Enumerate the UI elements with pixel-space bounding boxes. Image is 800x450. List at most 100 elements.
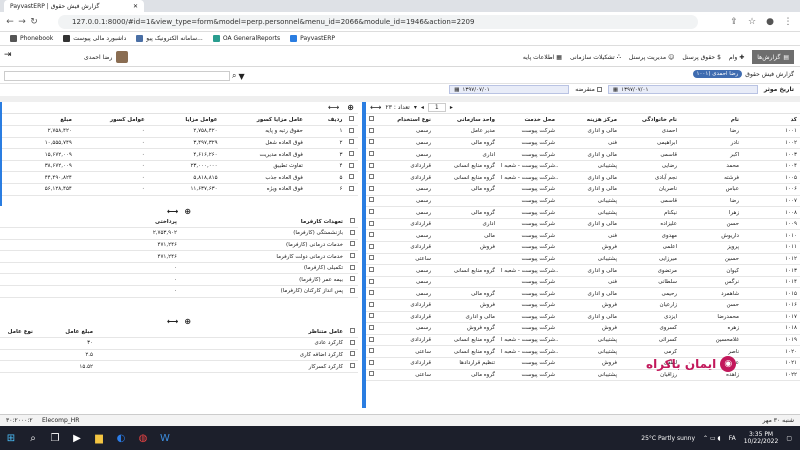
checkbox[interactable] bbox=[349, 185, 355, 191]
clock[interactable]: 3:35 PM 10/22/2022 bbox=[744, 431, 779, 445]
column-header[interactable]: عوامل کسور bbox=[74, 114, 148, 127]
checkbox[interactable] bbox=[369, 174, 374, 180]
row-checkbox-cell[interactable] bbox=[366, 183, 376, 196]
checkbox[interactable] bbox=[369, 336, 374, 342]
table-row[interactable]: ۰ پس انداز کارکنان (کارفرما) bbox=[0, 285, 358, 298]
column-header[interactable]: محل خدمت bbox=[498, 114, 558, 127]
table-row[interactable]: رسمی گروه مالی شرکت پیوست مالی و اداری ناصری… bbox=[366, 183, 800, 196]
add-icon[interactable]: ⊕ bbox=[184, 207, 191, 216]
checkbox[interactable] bbox=[369, 139, 374, 145]
checkbox[interactable] bbox=[369, 371, 374, 377]
column-header[interactable]: نام خانوادگی bbox=[620, 114, 680, 127]
checkbox[interactable] bbox=[369, 162, 374, 168]
chrome-icon[interactable]: ◍ bbox=[136, 431, 150, 445]
row-checkbox-cell[interactable] bbox=[366, 253, 376, 266]
date-to-field[interactable]: ▦ ۱۳۹۷/۰۷/۰۱ bbox=[607, 85, 758, 94]
word-icon[interactable]: W bbox=[158, 431, 172, 445]
row-checkbox-cell[interactable] bbox=[345, 171, 358, 185]
row-checkbox-cell[interactable] bbox=[346, 239, 358, 252]
column-header[interactable]: عامل مزایا کسور bbox=[220, 114, 306, 127]
checkbox[interactable] bbox=[369, 313, 374, 319]
checkbox[interactable] bbox=[369, 127, 374, 133]
table-row[interactable]: ۴۷۱,۲۴۶ خدمات درمانی (کارفرما) bbox=[0, 239, 358, 252]
table-row[interactable]: رسمی اداری شرکت پیوست مالی و اداری قاسمی اکبر… bbox=[366, 148, 800, 161]
column-header[interactable]: نوع عامل bbox=[0, 326, 36, 339]
checkbox[interactable] bbox=[349, 276, 355, 282]
checkbox[interactable] bbox=[349, 151, 355, 157]
checkbox[interactable] bbox=[349, 351, 355, 357]
table-row[interactable]: قراردادی اداری شرکت پیوست مالی و اداری علیزا… bbox=[366, 218, 800, 231]
row-checkbox-cell[interactable] bbox=[366, 287, 376, 300]
checkbox[interactable] bbox=[369, 197, 374, 203]
checkbox[interactable] bbox=[349, 174, 355, 180]
menu-base-info[interactable]: اطلاعات پایه ▦ bbox=[523, 54, 562, 61]
reports-button[interactable]: گزارش‌ها ▤ bbox=[752, 50, 794, 64]
row-checkbox-cell[interactable] bbox=[346, 227, 358, 240]
table-row[interactable]: قراردادی گروه منابع انسانی شرکت پیوست - شع… bbox=[366, 171, 800, 185]
menu-org[interactable]: تشکیلات سازمانی ⛬ bbox=[570, 53, 621, 61]
add-icon[interactable]: ⊕ bbox=[347, 103, 354, 112]
user-menu[interactable]: رضا احمدی bbox=[84, 51, 129, 63]
menu-personnel[interactable]: مدیریت پرسنل ☺ bbox=[629, 54, 674, 61]
bookmark-payvast[interactable]: PayvastERP bbox=[290, 35, 335, 42]
collapse-icon[interactable]: ⟷ bbox=[167, 207, 178, 216]
row-checkbox-cell[interactable] bbox=[366, 299, 376, 312]
row-checkbox-cell[interactable] bbox=[345, 125, 358, 138]
table-row[interactable]: رسمی شرکت پیوست پشتیبانی قاسمی رضا ۱۰۰۷ bbox=[366, 195, 800, 208]
menu-loan[interactable]: وام ✚ bbox=[729, 54, 744, 61]
tray-icons[interactable]: ⌃ ▭ ◖ bbox=[703, 435, 721, 442]
row-checkbox-cell[interactable] bbox=[366, 206, 376, 219]
checkbox[interactable] bbox=[349, 116, 355, 122]
row-checkbox-cell[interactable] bbox=[366, 264, 376, 277]
row-checkbox-cell[interactable] bbox=[366, 345, 376, 358]
row-checkbox-cell[interactable] bbox=[366, 125, 376, 138]
menu-payroll[interactable]: حقوق پرسنل $ bbox=[682, 54, 721, 61]
bookmark-dashboard[interactable]: داشبورد مالی پیوست bbox=[63, 35, 126, 42]
column-header[interactable]: مرکز هزینه bbox=[558, 114, 620, 127]
row-checkbox-cell[interactable] bbox=[345, 160, 358, 173]
row-checkbox-cell[interactable] bbox=[346, 337, 358, 350]
row-checkbox-cell[interactable] bbox=[366, 171, 376, 185]
edge-icon[interactable]: ◐ bbox=[114, 431, 128, 445]
column-header[interactable]: کد bbox=[742, 114, 800, 127]
checkbox[interactable] bbox=[369, 185, 374, 191]
column-header[interactable]: عامل متناظر bbox=[96, 326, 346, 339]
forward-icon[interactable]: → bbox=[16, 17, 28, 27]
search-input[interactable] bbox=[4, 71, 230, 81]
row-checkbox-cell[interactable] bbox=[345, 137, 358, 150]
checkbox[interactable] bbox=[349, 264, 355, 270]
table-row[interactable]: رسمی گروه فروش شرکت پیوست فروش کسروی زهره ۱۰۱۸ bbox=[366, 322, 800, 335]
row-checkbox-cell[interactable] bbox=[346, 216, 358, 229]
column-header[interactable]: نوع استخدام bbox=[376, 114, 434, 127]
date-from-field[interactable]: ▦ ۱۳۹۷/۰۷/۰۱ bbox=[449, 85, 570, 94]
checkbox[interactable] bbox=[369, 301, 374, 307]
row-checkbox-cell[interactable] bbox=[366, 276, 376, 289]
checkbox[interactable] bbox=[369, 232, 374, 238]
bookmark-phonebook[interactable]: Phonebook bbox=[10, 35, 53, 42]
table-row[interactable]: قراردادی مالی و اداری شرکت پیوست مالی و ادا… bbox=[366, 311, 800, 324]
checkbox[interactable] bbox=[349, 287, 355, 293]
table-row[interactable]: ۱۰,۵۵۵,۷۴۹ ۰ ۳,۴۹۷,۳۲۹ فوق العاده شغل ۲ bbox=[2, 137, 358, 150]
share-icon[interactable]: ⇪ bbox=[728, 17, 740, 27]
row-checkbox-cell[interactable] bbox=[366, 334, 376, 347]
checkbox[interactable] bbox=[369, 209, 374, 215]
search-icon[interactable]: ⌕ bbox=[26, 431, 40, 445]
checkbox[interactable] bbox=[369, 220, 374, 226]
row-checkbox-cell[interactable] bbox=[366, 241, 376, 254]
checkbox[interactable] bbox=[349, 127, 355, 133]
checkbox[interactable] bbox=[369, 324, 374, 330]
table-row[interactable]: ۰ بیمه عمر (کارفرما) bbox=[0, 273, 358, 287]
checkbox[interactable] bbox=[369, 267, 374, 273]
selected-employee-chip[interactable]: ۱۰۰۱) رضا احمدی bbox=[692, 70, 743, 78]
collapse-icon[interactable]: ⟷ bbox=[370, 103, 381, 112]
checkbox[interactable] bbox=[349, 253, 355, 259]
table-row[interactable]: ۲.۵ کارکرد اضافه کاری bbox=[0, 349, 358, 362]
table-row[interactable]: قراردادی فروش شرکت پیوست فروش اعلمی پرویز ۱۰۱۱ bbox=[366, 241, 800, 254]
row-checkbox-cell[interactable] bbox=[366, 229, 376, 243]
collapse-icon[interactable]: ⟷ bbox=[328, 103, 339, 112]
row-checkbox-cell[interactable] bbox=[366, 137, 376, 150]
row-checkbox-cell[interactable] bbox=[366, 148, 376, 161]
checkbox[interactable] bbox=[369, 348, 374, 354]
video-icon[interactable]: ▶ bbox=[70, 431, 84, 445]
table-row[interactable]: ۳۰ کارکرد عادی bbox=[0, 337, 358, 350]
